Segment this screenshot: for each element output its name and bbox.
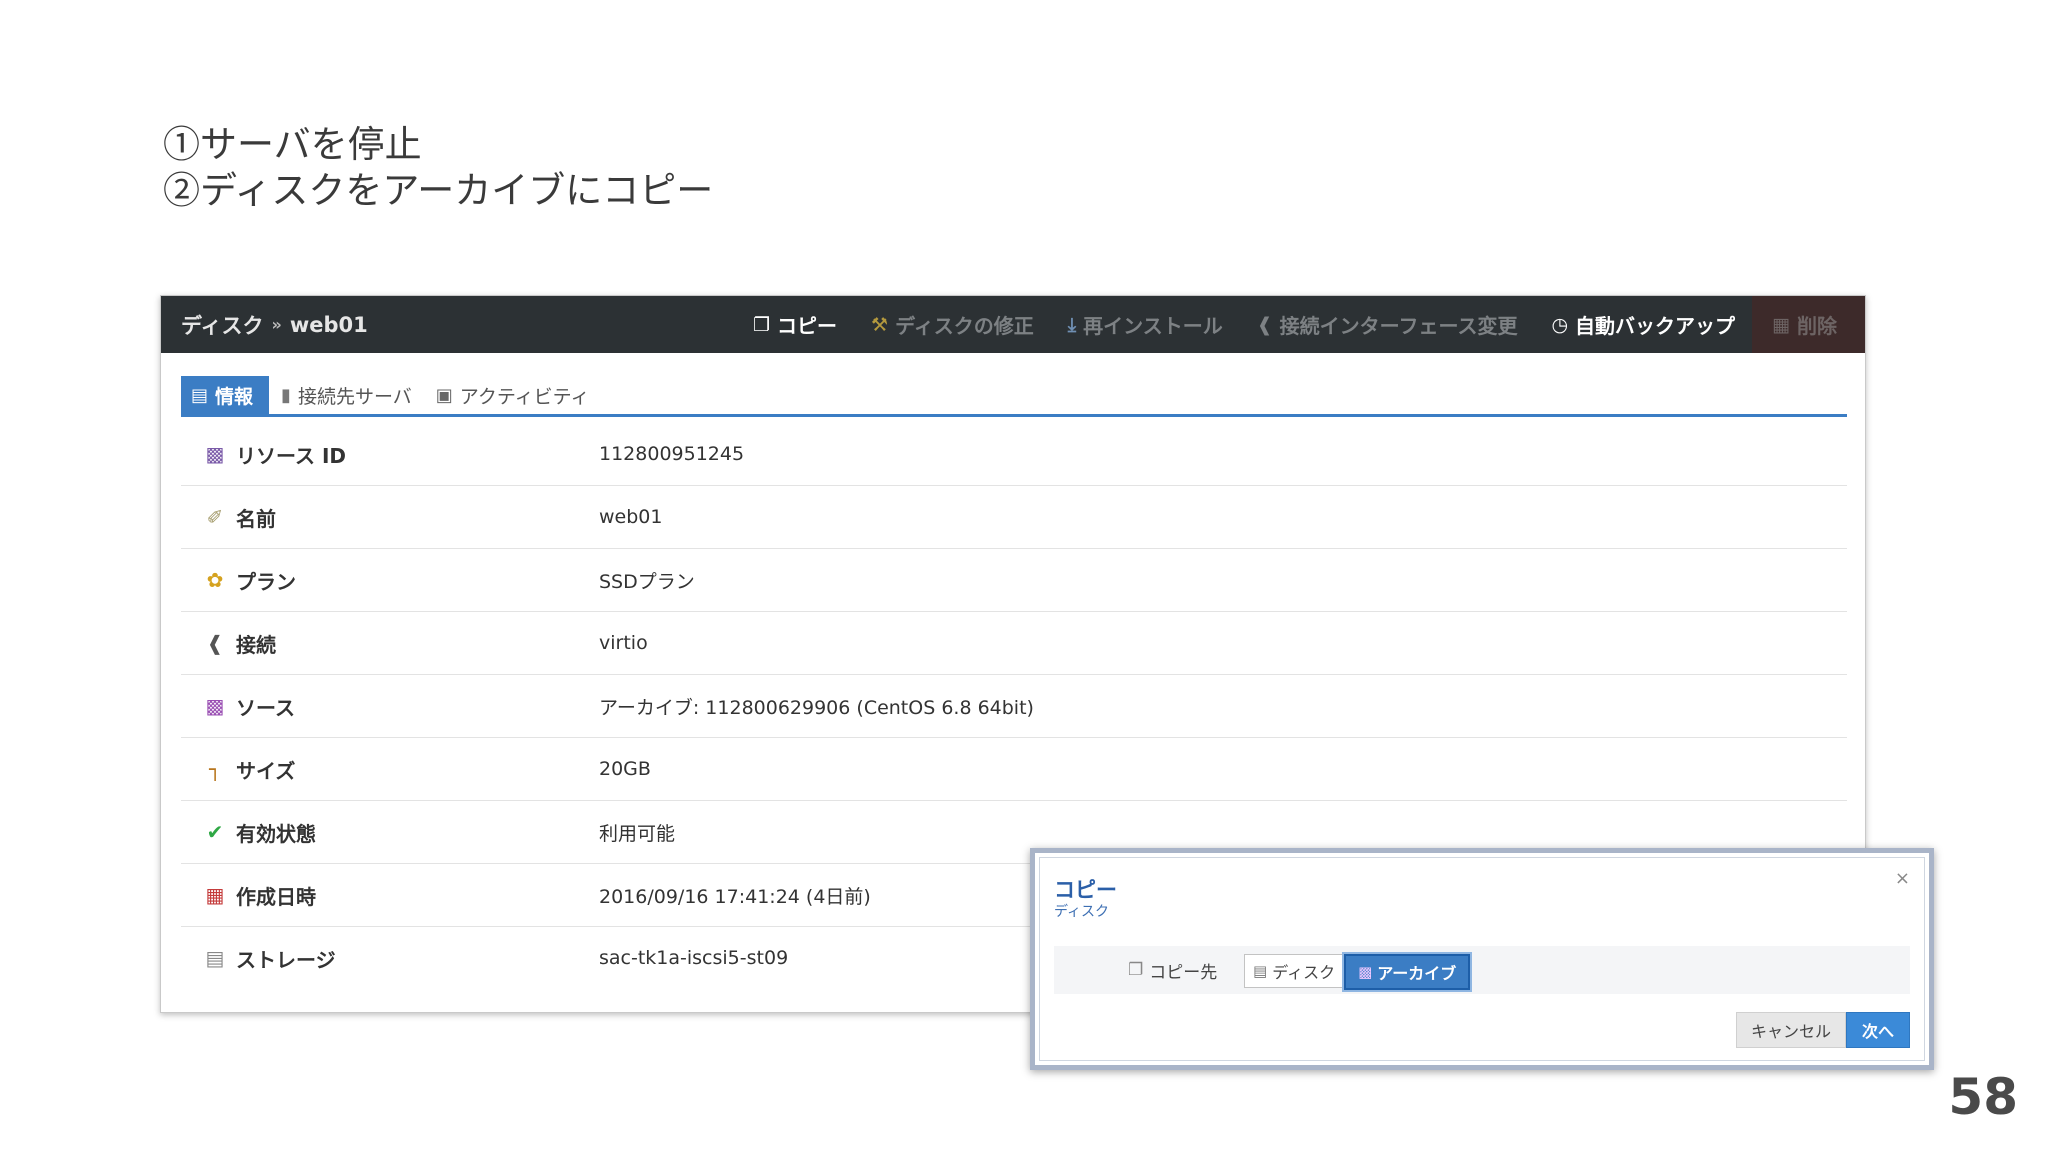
row-value: sac-tk1a-iscsi5-st09 xyxy=(599,947,789,969)
table-row: ▩ リソース ID 112800951245 xyxy=(181,423,1847,486)
row-value: virtio xyxy=(599,632,648,654)
step-1: ①サーバを停止 xyxy=(163,123,422,166)
copy-button[interactable]: ❐ コピー xyxy=(736,296,854,353)
row-value: 20GB xyxy=(599,758,651,780)
close-icon[interactable]: × xyxy=(1895,868,1910,889)
copy-button-label: コピー xyxy=(777,314,838,338)
tab-connected-server[interactable]: ▮ 接続先サーバ xyxy=(269,376,424,414)
row-value: 2016/09/16 17:41:24 (4日前) xyxy=(599,885,871,908)
target-archive-option[interactable]: ▩ アーカイブ xyxy=(1344,954,1471,990)
breadcrumb-separator: » xyxy=(271,315,282,334)
row-label: ストレージ xyxy=(236,947,336,972)
auto-backup-button-label: 自動バックアップ xyxy=(1575,314,1736,338)
row-label: サイズ xyxy=(236,758,296,783)
tag-icon: ✐ xyxy=(206,505,224,529)
table-row: ❰ 接続 virtio xyxy=(181,612,1847,675)
floppy-icon: ▩ xyxy=(205,694,225,718)
install-icon: ⤓ xyxy=(1067,313,1077,336)
dialog-title: コピー xyxy=(1054,878,1117,902)
delete-button[interactable]: ▦ 削除 xyxy=(1752,296,1865,353)
id-card-icon: ▩ xyxy=(205,442,225,466)
row-value: 利用可能 xyxy=(599,822,676,845)
wrench-icon: ⚒ xyxy=(871,313,889,336)
row-value: web01 xyxy=(599,506,663,528)
row-label: 作成日時 xyxy=(236,884,316,909)
row-label: ソース xyxy=(236,695,295,720)
tab-connected-server-label: 接続先サーバ xyxy=(297,385,412,408)
reinstall-button-label: 再インストール xyxy=(1083,314,1223,338)
table-row: ┐ サイズ 20GB xyxy=(181,738,1847,801)
row-label: プラン xyxy=(236,569,296,594)
row-label: 有効状態 xyxy=(236,821,316,846)
target-archive-label: アーカイブ xyxy=(1377,964,1457,983)
row-value: 112800951245 xyxy=(599,443,745,465)
connection-icon: ❰ xyxy=(1256,313,1273,336)
connection-icon: ❰ xyxy=(206,631,224,655)
table-row: ✿ プラン SSDプラン xyxy=(181,549,1847,612)
change-interface-button-label: 接続インターフェース変更 xyxy=(1279,314,1518,338)
tab-info-label: 情報 xyxy=(215,385,254,408)
next-button[interactable]: 次へ xyxy=(1845,1012,1910,1048)
row-value: アーカイブ: 112800629906 (CentOS 6.8 64bit) xyxy=(599,696,1034,719)
copy-target-selector: ▤ ディスク ▩ アーカイブ xyxy=(1244,954,1471,990)
cancel-button[interactable]: キャンセル xyxy=(1735,1012,1846,1048)
delete-button-label: 削除 xyxy=(1797,314,1837,338)
server-icon: ▮ xyxy=(281,384,291,406)
row-label: リソース ID xyxy=(236,443,347,468)
clock-icon: ◷ xyxy=(1551,313,1569,336)
ruler-icon: ┐ xyxy=(208,757,222,781)
detail-tabs: ▤ 情報 ▮ 接続先サーバ ▣ アクティビティ xyxy=(181,376,1847,417)
toolbar-actions: ❐ コピー ⚒ ディスクの修正 ⤓ 再インストール ❰ 接続インターフェース変更… xyxy=(736,296,1865,353)
trash-icon: ▦ xyxy=(1772,313,1790,336)
slide-steps: ①サーバを停止 ②ディスクをアーカイブにコピー xyxy=(163,122,713,214)
modify-disk-button-label: ディスクの修正 xyxy=(895,314,1034,338)
medal-icon: ✿ xyxy=(206,568,224,592)
step-2: ②ディスクをアーカイブにコピー xyxy=(163,169,714,212)
disk-icon: ▤ xyxy=(1253,962,1268,980)
dialog-subtitle: ディスク xyxy=(1054,904,1110,920)
copy-dialog: コピー ディスク × ❐ コピー先 ▤ ディスク ▩ アーカイブ キャンセル 次… xyxy=(1030,848,1934,1070)
tab-info[interactable]: ▤ 情報 xyxy=(181,376,270,414)
copy-target-row: ❐ コピー先 ▤ ディスク ▩ アーカイブ xyxy=(1054,946,1910,994)
calendar-icon: ▦ xyxy=(205,883,225,907)
auto-backup-button[interactable]: ◷ 自動バックアップ xyxy=(1534,296,1752,353)
modify-disk-button[interactable]: ⚒ ディスクの修正 xyxy=(854,296,1051,353)
target-disk-option[interactable]: ▤ ディスク xyxy=(1244,954,1345,988)
breadcrumb-current: web01 xyxy=(289,312,368,337)
monitor-icon: ▣ xyxy=(435,384,453,406)
change-interface-button[interactable]: ❰ 接続インターフェース変更 xyxy=(1240,296,1535,353)
breadcrumb-section[interactable]: ディスク xyxy=(181,310,264,340)
copy-dialog-body: コピー ディスク × ❐ コピー先 ▤ ディスク ▩ アーカイブ キャンセル 次… xyxy=(1039,857,1925,1061)
tab-activity[interactable]: ▣ アクティビティ xyxy=(424,376,602,414)
toolbar: ディスク » web01 ❐ コピー ⚒ ディスクの修正 ⤓ 再インストール ❰… xyxy=(161,296,1865,353)
copy-icon: ❐ xyxy=(753,313,771,336)
target-disk-label: ディスク xyxy=(1272,963,1336,982)
copy-icon: ❐ xyxy=(1128,960,1144,980)
row-label: 接続 xyxy=(236,632,276,657)
info-icon: ▤ xyxy=(191,384,209,406)
page-number: 58 xyxy=(1948,1068,2018,1126)
storage-icon: ▤ xyxy=(205,946,225,970)
row-label: 名前 xyxy=(236,506,276,531)
tab-activity-label: アクティビティ xyxy=(459,385,590,408)
reinstall-button[interactable]: ⤓ 再インストール xyxy=(1051,296,1240,353)
row-value: SSDプラン xyxy=(599,570,695,593)
copy-target-label: ❐ コピー先 xyxy=(1128,946,1217,994)
breadcrumb: ディスク » web01 xyxy=(181,296,368,353)
copy-target-text: コピー先 xyxy=(1149,962,1218,983)
check-circle-icon: ✔ xyxy=(206,820,224,844)
table-row: ✐ 名前 web01 xyxy=(181,486,1847,549)
floppy-icon: ▩ xyxy=(1358,963,1373,981)
table-row: ▩ ソース アーカイブ: 112800629906 (CentOS 6.8 64… xyxy=(181,675,1847,738)
